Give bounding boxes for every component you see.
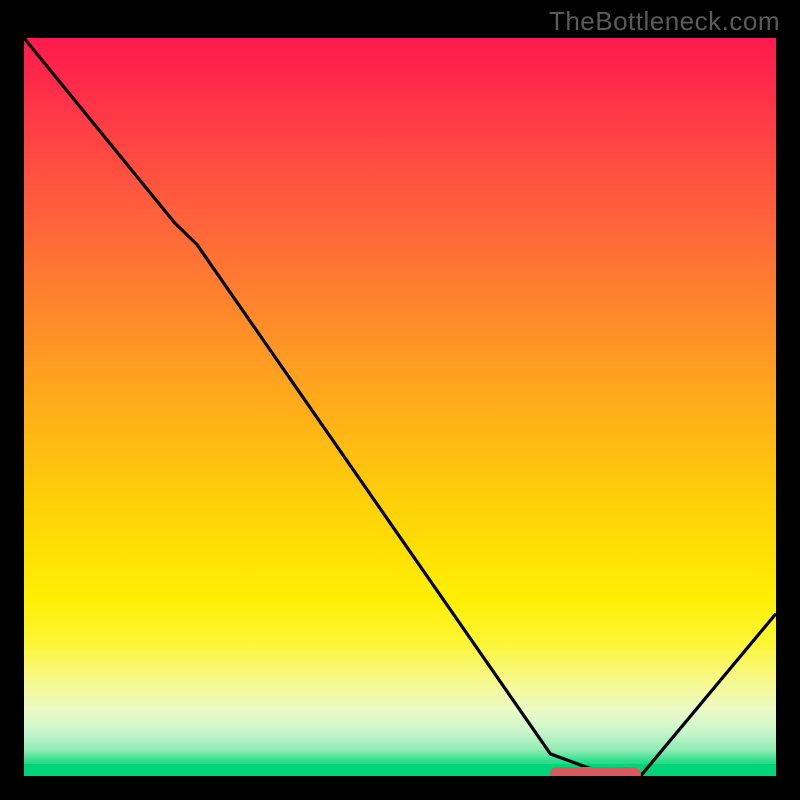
optimal-marker xyxy=(550,767,640,776)
bottleneck-curve xyxy=(24,38,776,776)
curve-svg xyxy=(24,38,776,776)
chart-container: TheBottleneck.com xyxy=(0,0,800,800)
plot-area xyxy=(24,38,776,776)
watermark-text: TheBottleneck.com xyxy=(549,6,780,37)
